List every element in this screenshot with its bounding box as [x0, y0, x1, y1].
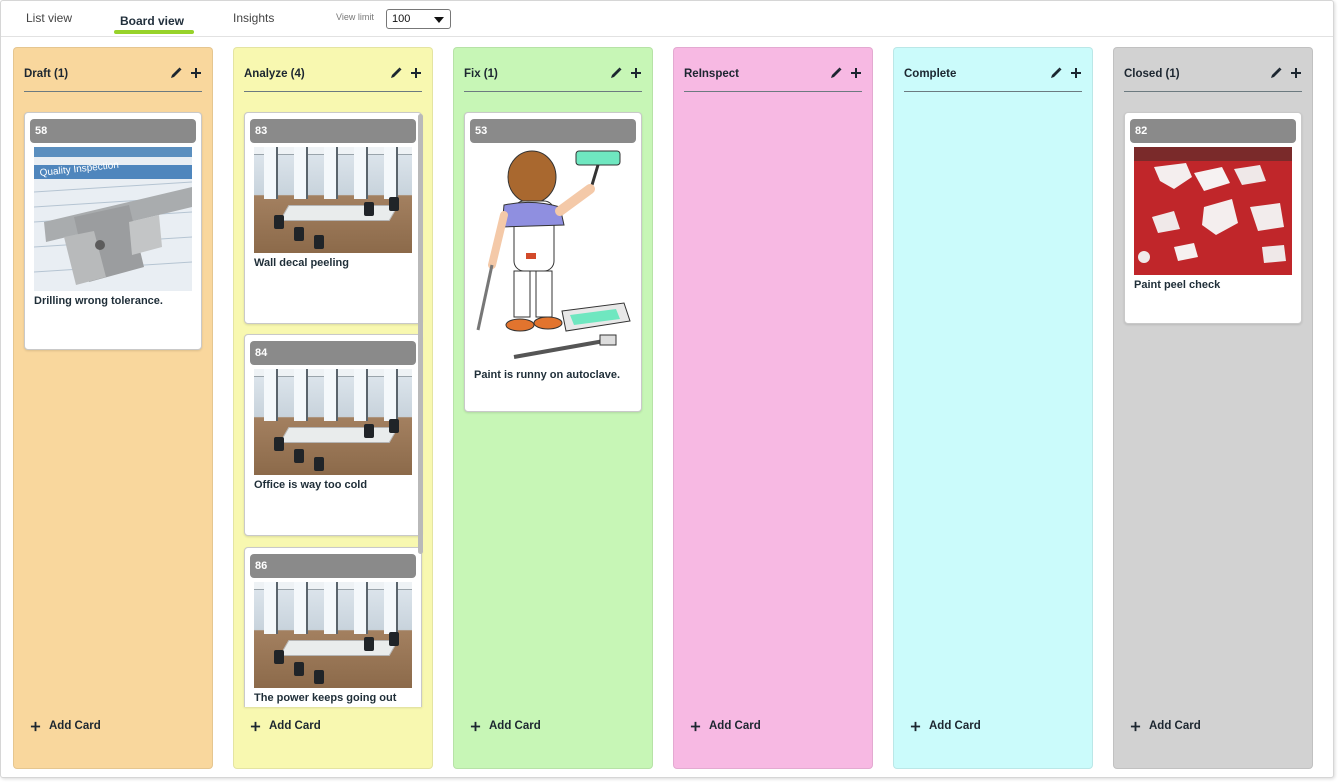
pencil-icon[interactable] — [170, 67, 182, 79]
plus-icon — [250, 721, 261, 731]
column-title: Draft (1) — [24, 68, 69, 80]
column-fix: Fix (1) 53 Paint is runny on autoclave. … — [453, 47, 653, 769]
add-card-label: Add Card — [709, 720, 761, 732]
plus-icon — [1130, 721, 1141, 731]
card-title: The power keeps going out — [254, 692, 397, 704]
card-id: 86 — [250, 554, 416, 578]
column-header: Fix (1) — [464, 62, 642, 92]
tab-list-view[interactable]: List view — [26, 11, 72, 25]
plus-icon — [470, 721, 481, 731]
pencil-icon[interactable] — [1270, 67, 1282, 79]
column-header: ReInspect — [684, 62, 862, 92]
plus-icon[interactable] — [410, 67, 422, 79]
card[interactable]: 82 Paint peel check — [1124, 112, 1302, 324]
card-title: Drilling wrong tolerance. — [34, 295, 163, 307]
card[interactable]: 53 Paint is runny on autoclave. — [464, 112, 642, 412]
column-scrollbar[interactable] — [418, 114, 423, 554]
tab-board-view[interactable]: Board view — [120, 14, 184, 28]
plus-icon — [910, 721, 921, 731]
card-image-painter — [474, 145, 632, 363]
column-title: Closed (1) — [1124, 68, 1180, 80]
app-frame: List view Board view Insights View limit… — [0, 0, 1334, 778]
column-title: Fix (1) — [464, 68, 498, 80]
card-id: 58 — [30, 119, 196, 143]
card[interactable]: 58 Quality Inspection Drilling wrong tol… — [24, 112, 202, 350]
add-card-button[interactable]: Add Card — [1130, 720, 1201, 732]
card-id: 82 — [1130, 119, 1296, 143]
plus-icon[interactable] — [1070, 67, 1082, 79]
plus-icon[interactable] — [190, 67, 202, 79]
add-card-label: Add Card — [269, 720, 321, 732]
card-title: Paint peel check — [1134, 279, 1221, 291]
tab-insights[interactable]: Insights — [233, 11, 274, 25]
card[interactable]: 84 Office is way too cold — [244, 334, 422, 536]
add-card-button[interactable]: Add Card — [250, 720, 321, 732]
column-draft: Draft (1) 58 Quality Inspection Drilling… — [13, 47, 213, 769]
column-title: Complete — [904, 68, 957, 80]
column-header: Closed (1) — [1124, 62, 1302, 92]
plus-icon[interactable] — [850, 67, 862, 79]
card-title: Wall decal peeling — [254, 257, 349, 269]
card-id: 83 — [250, 119, 416, 143]
add-card-button[interactable]: Add Card — [470, 720, 541, 732]
card[interactable]: 86 The power keeps going out — [244, 547, 422, 707]
plus-icon — [690, 721, 701, 731]
card-image-peeling-paint — [1134, 147, 1292, 275]
plus-icon[interactable] — [630, 67, 642, 79]
add-card-label: Add Card — [489, 720, 541, 732]
column-header: Complete — [904, 62, 1082, 92]
view-limit-value: 100 — [392, 13, 411, 25]
pencil-icon[interactable] — [610, 67, 622, 79]
card-title: Paint is runny on autoclave. — [474, 369, 621, 381]
card-id: 84 — [250, 341, 416, 365]
card-image-caliper: Quality Inspection — [34, 147, 192, 291]
add-card-button[interactable]: Add Card — [30, 720, 101, 732]
column-closed: Closed (1) 82 Paint peel check Add Card — [1113, 47, 1313, 769]
column-reinspect: ReInspect Add Card — [673, 47, 873, 769]
card-id: 53 — [470, 119, 636, 143]
card-image-office — [254, 369, 412, 475]
card-image-office — [254, 147, 412, 253]
column-title: Analyze (4) — [244, 68, 305, 80]
view-limit-select[interactable]: 100 — [386, 9, 451, 29]
chevron-down-icon — [434, 17, 444, 23]
pencil-icon[interactable] — [830, 67, 842, 79]
view-limit-label: View limit — [336, 12, 374, 22]
top-bar: List view Board view Insights View limit… — [1, 1, 1333, 37]
column-title: ReInspect — [684, 68, 739, 80]
add-card-label: Add Card — [1149, 720, 1201, 732]
add-card-button[interactable]: Add Card — [690, 720, 761, 732]
pencil-icon[interactable] — [390, 67, 402, 79]
card-image-office — [254, 582, 412, 688]
plus-icon — [30, 721, 41, 731]
column-analyze: Analyze (4) 83 Wall decal peeling 84 Off… — [233, 47, 433, 769]
add-card-button[interactable]: Add Card — [910, 720, 981, 732]
add-card-label: Add Card — [929, 720, 981, 732]
active-tab-indicator — [114, 30, 194, 34]
add-card-label: Add Card — [49, 720, 101, 732]
card[interactable]: 83 Wall decal peeling — [244, 112, 422, 324]
plus-icon[interactable] — [1290, 67, 1302, 79]
pencil-icon[interactable] — [1050, 67, 1062, 79]
column-header: Analyze (4) — [244, 62, 422, 92]
column-header: Draft (1) — [24, 62, 202, 92]
card-title: Office is way too cold — [254, 479, 368, 491]
column-complete: Complete Add Card — [893, 47, 1093, 769]
